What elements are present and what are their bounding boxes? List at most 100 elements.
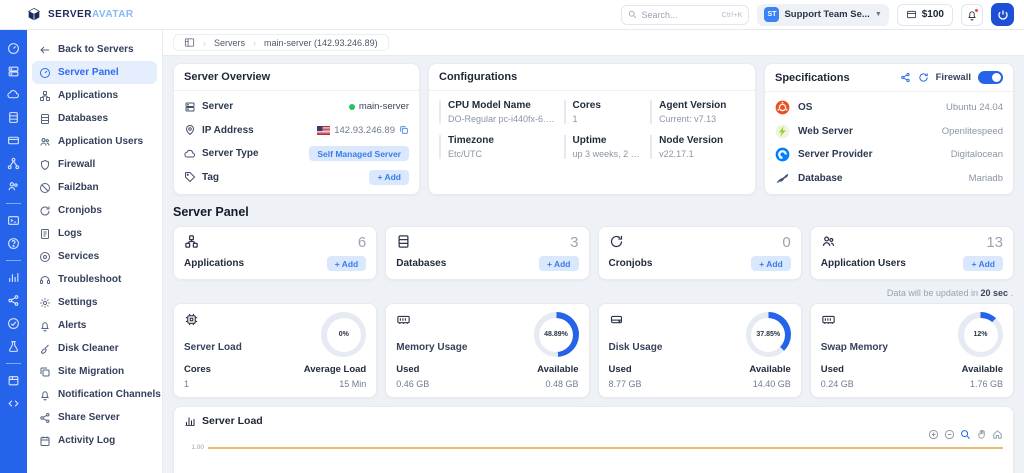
server-panel-page: SERVERAVATAR Ctrl+K ST Support Team Se..… <box>0 0 1024 473</box>
gear-icon <box>39 297 51 309</box>
share-nodes-icon[interactable] <box>7 294 20 307</box>
balance-button[interactable]: $100 <box>897 4 953 26</box>
applications-count-card[interactable]: 6 Applications + Add <box>173 226 377 280</box>
spec-database-label: Database <box>798 173 842 184</box>
pan-icon[interactable] <box>976 429 987 440</box>
add-application-button[interactable]: + Add <box>327 256 367 271</box>
refresh-icon <box>609 234 624 249</box>
breadcrumb-separator-icon: › <box>203 38 206 48</box>
network-icon[interactable] <box>7 157 20 170</box>
status-check-icon[interactable] <box>7 317 20 330</box>
digitalocean-logo-icon <box>775 147 790 162</box>
labs-flask-icon[interactable] <box>7 340 20 353</box>
add-database-button[interactable]: + Add <box>539 256 579 271</box>
cube-logo-icon <box>26 7 42 23</box>
config-node-version: Node Versionv22.17.1 <box>650 135 745 159</box>
add-cronjob-button[interactable]: + Add <box>751 256 791 271</box>
application-users-count-card[interactable]: 13 Application Users + Add <box>810 226 1014 280</box>
dashboard-gauge-icon[interactable] <box>7 42 20 55</box>
tag-icon <box>184 171 196 183</box>
grid-icon[interactable] <box>184 37 195 48</box>
firewall-toggle[interactable] <box>978 71 1003 84</box>
api-code-icon[interactable] <box>7 397 20 410</box>
team-selector[interactable]: ST Support Team Se... ▼ <box>757 4 888 26</box>
notifications-button[interactable] <box>961 4 983 26</box>
spec-database-row: Database Mariadb <box>765 167 1013 191</box>
gauge-icon <box>39 67 51 79</box>
sidebar-item-firewall[interactable]: Firewall <box>32 153 157 176</box>
zoom-out-icon[interactable] <box>944 429 955 440</box>
apps-cluster-icon <box>184 234 199 249</box>
sidebar-item-application-users[interactable]: Application Users <box>32 130 157 153</box>
sidebar-item-applications[interactable]: Applications <box>32 84 157 107</box>
swap-used-value: 0.24 GB <box>821 379 854 389</box>
server-name-value: main-server <box>359 101 409 112</box>
services-icon <box>39 251 51 263</box>
sidebar-item-label: Firewall <box>58 159 95 170</box>
sidebar-item-alerts[interactable]: Alerts <box>32 314 157 337</box>
add-application-user-button[interactable]: + Add <box>963 256 1003 271</box>
sidebar-item-services[interactable]: Services <box>32 245 157 268</box>
memory-used-value: 0.46 GB <box>396 379 429 389</box>
shield-icon <box>39 159 51 171</box>
sidebar-item-back-to-servers[interactable]: Back to Servers <box>32 38 157 61</box>
disk-usage-title: Disk Usage <box>609 342 663 353</box>
content-area: Server Overview Server main-server IP Ad… <box>163 56 1024 473</box>
disk-used-label: Used <box>609 364 642 375</box>
application-users-count: 13 <box>986 234 1003 251</box>
server-load-gauge: 0% <box>321 312 366 357</box>
sidebar-item-disk-cleaner[interactable]: Disk Cleaner <box>32 337 157 360</box>
sidebar-item-server-panel[interactable]: Server Panel <box>32 61 157 84</box>
overview-server-row: Server main-server <box>174 95 419 119</box>
sidebar-item-share-server[interactable]: Share Server <box>32 406 157 429</box>
serveravatar-logo[interactable]: SERVERAVATAR <box>26 7 134 23</box>
breadcrumb-current-server: main-server (142.93.246.89) <box>264 38 378 48</box>
sidebar-item-site-migration[interactable]: Site Migration <box>32 360 157 383</box>
cronjobs-count-card[interactable]: 0 Cronjobs + Add <box>598 226 802 280</box>
config-cores: Cores1 <box>564 100 645 124</box>
sidebar-item-logs[interactable]: Logs <box>32 222 157 245</box>
server-overview-card: Server Overview Server main-server IP Ad… <box>173 63 420 195</box>
team-users-icon[interactable] <box>7 180 20 193</box>
sidebar-item-fail2ban[interactable]: Fail2ban <box>32 176 157 199</box>
overview-ip-label: IP Address <box>202 125 254 136</box>
sidebar-item-databases[interactable]: Databases <box>32 107 157 130</box>
sidebar-item-cronjobs[interactable]: Cronjobs <box>32 199 157 222</box>
databases-count-card[interactable]: 3 Databases + Add <box>385 226 589 280</box>
y-axis-tick: 1.00 <box>184 444 208 451</box>
search-input[interactable] <box>641 10 703 20</box>
billing-card-icon[interactable] <box>7 134 20 147</box>
servers-icon[interactable] <box>7 65 20 78</box>
chart-plot: 1.00 <box>184 444 1003 451</box>
analytics-icon[interactable] <box>7 271 20 284</box>
docs-box-icon[interactable] <box>7 374 20 387</box>
logout-button[interactable] <box>991 3 1014 26</box>
copy-icon[interactable] <box>399 125 409 135</box>
search-box[interactable]: Ctrl+K <box>621 5 749 25</box>
sidebar-item-troubleshoot[interactable]: Troubleshoot <box>32 268 157 291</box>
add-tag-button[interactable]: + Add <box>369 170 409 185</box>
sidebar-item-settings[interactable]: Settings <box>32 291 157 314</box>
cloud-icon[interactable] <box>7 88 20 101</box>
database-icon[interactable] <box>7 111 20 124</box>
server-overview-title: Server Overview <box>174 64 419 91</box>
refresh-icon[interactable] <box>918 72 929 83</box>
share-icon[interactable] <box>900 72 911 83</box>
overview-tag-row: Tag + Add <box>174 166 419 190</box>
help-icon[interactable] <box>7 237 20 250</box>
selection-zoom-icon[interactable] <box>960 429 971 440</box>
server-panel-heading: Server Panel <box>173 205 1014 219</box>
applications-count: 6 <box>358 234 366 251</box>
swap-memory-percent: 12% <box>964 318 998 352</box>
sidebar-item-activity-log[interactable]: Activity Log <box>32 429 157 452</box>
sidebar-item-label: Fail2ban <box>58 182 99 193</box>
sidebar-item-notification-channels[interactable]: Notification Channels <box>32 383 157 406</box>
server-load-title: Server Load <box>184 342 242 353</box>
sidebar-item-label: Application Users <box>58 136 143 147</box>
zoom-in-icon[interactable] <box>928 429 939 440</box>
memory-usage-gauge: 48.89% <box>534 312 579 357</box>
terminal-icon[interactable] <box>7 214 20 227</box>
breadcrumb-servers[interactable]: Servers <box>214 38 245 48</box>
swap-memory-card: Swap Memory 12% Used0.24 GB Available1.7… <box>810 303 1014 398</box>
reset-home-icon[interactable] <box>992 429 1003 440</box>
